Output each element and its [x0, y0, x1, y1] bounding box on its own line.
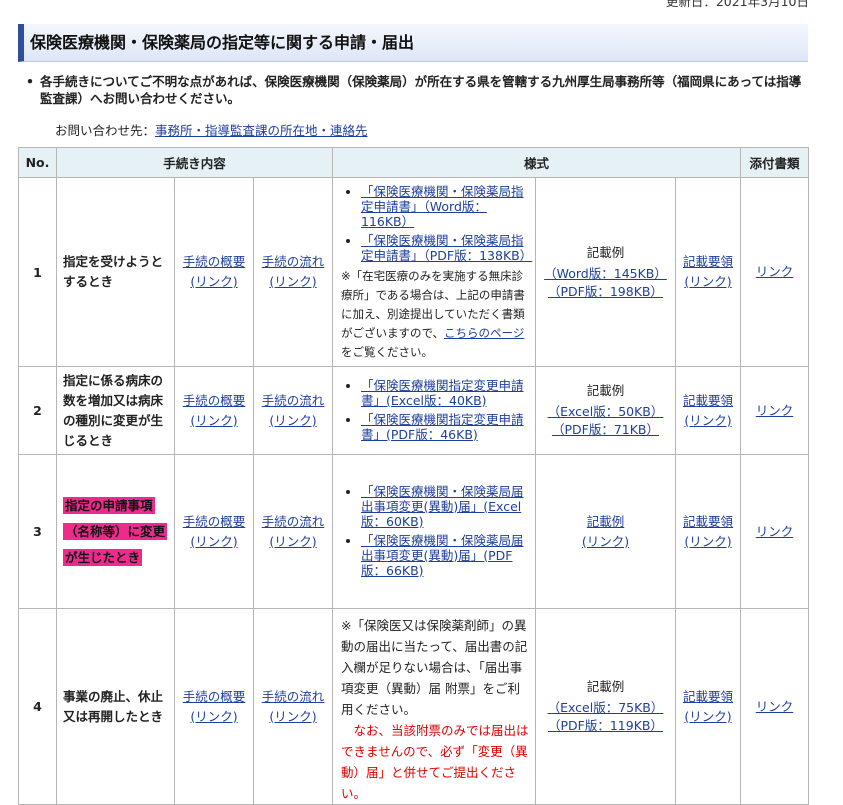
table-row: 3 指定の申請事項（名称等）に変更が生じたとき 手続の概要 (リンク) 手続の流れ…: [18, 454, 809, 609]
example-link[interactable]: （PDF版：198KB）: [548, 284, 663, 299]
attachment-link[interactable]: リンク: [756, 524, 794, 539]
overview-link[interactable]: 手続の概要 (リンク): [183, 254, 246, 289]
example-cell: 記載例 （Excel版：50KB） （PDF版：71KB）: [535, 366, 676, 455]
overview-link[interactable]: 手続の概要 (リンク): [183, 514, 246, 549]
list-item: 「保険医療機関・保険薬局届出事項変更(異動)届」(PDF版：66KB): [361, 533, 529, 578]
flow-link[interactable]: 手続の流れ (リンク): [262, 689, 325, 724]
attach-cell: リンク: [740, 366, 809, 455]
list-item: 「保険医療機関・保険薬局届出事項変更(異動)届」(Excel版：60KB): [361, 484, 529, 529]
example-cell: 記載例 (リンク): [535, 454, 676, 609]
flow-link[interactable]: 手続の流れ (リンク): [262, 254, 325, 289]
attachment-link[interactable]: リンク: [756, 403, 794, 418]
flow-cell: 手続の流れ (リンク): [253, 177, 333, 367]
attach-cell: リンク: [740, 177, 809, 367]
overview-cell: 手続の概要 (リンク): [174, 608, 254, 805]
forms-cell: 「保険医療機関・保険薬局指定申請書」（Word版：116KB） 「保険医療機関・…: [332, 177, 536, 367]
example-label: 記載例: [586, 244, 625, 260]
overview-cell: 手続の概要 (リンク): [174, 177, 254, 367]
notice-body: 各手続きについてご不明な点があれば、保険医療機関（保険薬局）が所在する県を管轄す…: [40, 74, 802, 106]
list-item: 「保険医療機関・保険薬局指定申請書」（Word版：116KB）: [361, 184, 529, 229]
example-link[interactable]: （PDF版：119KB）: [548, 718, 663, 733]
procedure-text: 指定に係る病床の数を増加又は病床の種別に変更が生じるとき: [56, 366, 175, 455]
guide-link[interactable]: 記載要領 (リンク): [683, 514, 733, 549]
col-header-procedure: 手続き内容: [56, 147, 333, 178]
example-cell: 記載例 （Word版：145KB） （PDF版：198KB）: [535, 177, 676, 367]
shared-note-warning: なお、当該附票のみでは届出はできませんので、必ず「変更（異動）届」と併せてご提出…: [341, 723, 529, 801]
flow-link[interactable]: 手続の流れ (リンク): [262, 393, 325, 428]
procedure-text: 指定の申請事項（名称等）に変更が生じたとき: [56, 454, 175, 609]
list-item: 「保険医療機関指定変更申請書」(Excel版：40KB): [361, 378, 529, 408]
guide-cell: 記載要領 (リンク): [675, 454, 741, 609]
guide-link[interactable]: 記載要領 (リンク): [683, 689, 733, 724]
notice-text: • 各手続きについてご不明な点があれば、保険医療機関（保険薬局）が所在する県を管…: [26, 73, 805, 107]
contact-line: お問い合わせ先：事務所・指導監査課の所在地・連絡先: [55, 120, 368, 139]
attach-cell: リンク: [740, 454, 809, 609]
shared-note: ※「保険医又は保険薬剤師」の異動の届出に当たって、届出書の記入欄が足りない場合は…: [341, 618, 528, 717]
attachment-link[interactable]: リンク: [756, 699, 794, 714]
form-download-link[interactable]: 「保険医療機関・保険薬局指定申請書」（PDF版：138KB）: [361, 233, 532, 263]
guide-cell: 記載要領 (リンク): [675, 177, 741, 367]
form-download-link[interactable]: 「保険医療機関・保険薬局指定申請書」（Word版：116KB）: [361, 184, 524, 229]
procedure-text: 事業の廃止、休止又は再開したとき: [56, 608, 175, 805]
col-header-forms: 様式: [332, 147, 741, 178]
example-link[interactable]: 記載例 (リンク): [582, 514, 629, 549]
form-download-link[interactable]: 「保険医療機関指定変更申請書」(Excel版：40KB): [361, 378, 524, 408]
overview-cell: 手続の概要 (リンク): [174, 454, 254, 609]
list-item: 「保険医療機関指定変更申請書」(PDF版：46KB): [361, 412, 529, 442]
form-download-link[interactable]: 「保険医療機関指定変更申請書」(PDF版：46KB): [361, 412, 524, 442]
col-header-no: No.: [18, 147, 57, 178]
attach-cell: リンク: [740, 608, 809, 805]
form-download-link[interactable]: 「保険医療機関・保険薬局届出事項変更(異動)届」(Excel版：60KB): [361, 484, 524, 529]
note-page-link[interactable]: こちらのページ: [444, 326, 524, 340]
example-label: 記載例: [586, 679, 625, 694]
table-row: 2 指定に係る病床の数を増加又は病床の種別に変更が生じるとき 手続の概要 (リンク…: [18, 366, 809, 455]
example-link[interactable]: （PDF版：71KB）: [552, 422, 659, 437]
form-download-link[interactable]: 「保険医療機関・保険薬局届出事項変更(異動)届」(PDF版：66KB): [361, 533, 524, 578]
guide-cell: 記載要領 (リンク): [675, 366, 741, 455]
example-link[interactable]: （Word版：145KB）: [544, 266, 667, 281]
example-link[interactable]: （Excel版：75KB）: [548, 700, 664, 715]
forms-cell: 「保険医療機関指定変更申請書」(Excel版：40KB) 「保険医療機関指定変更…: [332, 366, 536, 455]
row-number: 1: [18, 177, 57, 367]
table-row: 4 事業の廃止、休止又は再開したとき 手続の概要 (リンク) 手続の流れ (リンク)…: [18, 608, 809, 805]
list-item: 「保険医療機関・保険薬局指定申請書」（PDF版：138KB）: [361, 233, 532, 263]
example-label: 記載例: [586, 383, 625, 398]
flow-cell: 手続の流れ (リンク): [253, 366, 333, 455]
row-number: 4: [18, 608, 57, 805]
procedures-table: No. 手続き内容 様式 添付書類 1 指定を受けようとするとき 手続の概要 (リ…: [18, 147, 809, 805]
contact-prefix: お問い合わせ先：: [55, 123, 156, 138]
overview-link[interactable]: 手続の概要 (リンク): [183, 689, 246, 724]
overview-cell: 手続の概要 (リンク): [174, 366, 254, 455]
page-title: 保険医療機関・保険薬局の指定等に関する申請・届出: [18, 24, 808, 62]
flow-cell: 手続の流れ (リンク): [253, 608, 333, 805]
contact-link[interactable]: 事務所・指導監査課の所在地・連絡先: [155, 123, 368, 138]
example-cell: 記載例 （Excel版：75KB） （PDF版：119KB）: [535, 608, 676, 805]
procedure-text: 指定を受けようとするとき: [56, 177, 175, 367]
table-header-row: No. 手続き内容 様式 添付書類: [18, 147, 809, 178]
guide-link[interactable]: 記載要領 (リンク): [683, 254, 733, 289]
last-updated: 更新日：2021年3月10日: [665, 0, 809, 9]
table-row: 1 指定を受けようとするとき 手続の概要(リンク) 手続の流れ(リンク) 「保険…: [18, 177, 809, 367]
row-number: 3: [18, 454, 57, 609]
row-number: 2: [18, 366, 57, 455]
form-note: ※「在宅医療のみを実施する無床診療所」である場合は、上記の申請書に加え、別途提出…: [341, 269, 525, 359]
example-link[interactable]: （Excel版：50KB）: [548, 404, 664, 419]
flow-link[interactable]: 手続の流れ (リンク): [262, 514, 325, 549]
guide-cell: 記載要領 (リンク): [675, 608, 741, 805]
attachment-link[interactable]: リンク: [756, 264, 794, 279]
col-header-attachments: 添付書類: [740, 147, 809, 178]
guide-link[interactable]: 記載要領 (リンク): [683, 393, 733, 428]
forms-cell: 「保険医療機関・保険薬局届出事項変更(異動)届」(Excel版：60KB) 「保…: [332, 454, 536, 609]
overview-link[interactable]: 手続の概要 (リンク): [183, 393, 246, 428]
highlighted-text: 指定の申請事項（名称等）に変更が生じたとき: [63, 496, 168, 566]
shared-note-cell: ※「保険医又は保険薬剤師」の異動の届出に当たって、届出書の記入欄が足りない場合は…: [332, 608, 536, 805]
flow-cell: 手続の流れ (リンク): [253, 454, 333, 609]
bullet-icon: •: [26, 74, 34, 89]
